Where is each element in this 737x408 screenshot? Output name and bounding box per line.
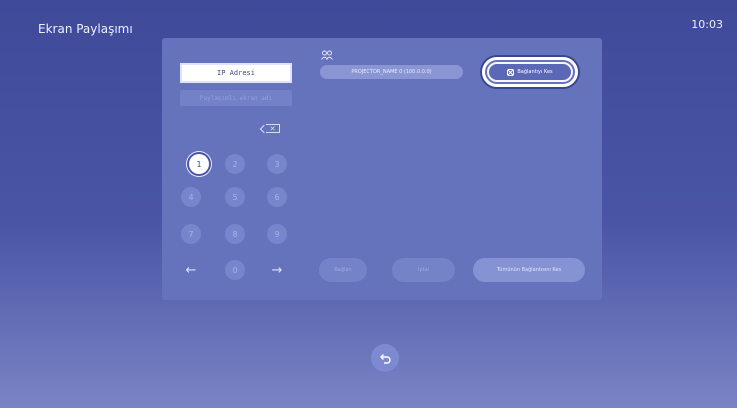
key-4[interactable]: 4 — [181, 187, 201, 207]
key-6[interactable]: 6 — [267, 187, 287, 207]
connect-label: Bağlan — [334, 267, 352, 273]
ip-address-label: IP Adresi — [217, 69, 255, 77]
key-2[interactable]: 2 — [225, 154, 245, 174]
back-button[interactable] — [371, 344, 399, 372]
cancel-button[interactable]: İptal — [392, 258, 455, 282]
screen-share-panel: IP Adresi Paylaşımlı ekran adı ✕ 1 2 3 4… — [162, 38, 602, 300]
cancel-label: İptal — [417, 267, 430, 273]
projector-list-item[interactable]: PROJECTOR_NAME 0 (100.0.0.0) — [320, 65, 463, 79]
ip-address-field[interactable]: IP Adresi — [180, 63, 292, 83]
backspace-icon[interactable]: ✕ — [266, 124, 280, 133]
connect-button[interactable]: Bağlan — [319, 258, 367, 282]
key-7[interactable]: 7 — [181, 224, 201, 244]
key-5[interactable]: 5 — [225, 187, 245, 207]
share-name-placeholder: Paylaşımlı ekran adı — [199, 94, 273, 102]
page-title: Ekran Paylaşımı — [38, 22, 133, 36]
key-3[interactable]: 3 — [267, 154, 287, 174]
disconnect-all-label: Tümünün Bağlantısını Kes — [496, 267, 562, 273]
disconnect-button[interactable]: Bağlantıyı Kes — [487, 62, 573, 82]
back-arrow-icon — [380, 354, 391, 364]
key-9[interactable]: 9 — [267, 224, 287, 244]
key-1[interactable]: 1 — [189, 154, 209, 174]
disconnect-all-button[interactable]: Tümünün Bağlantısını Kes — [473, 258, 585, 282]
key-8[interactable]: 8 — [225, 224, 245, 244]
left-arrow-icon[interactable]: ← — [181, 260, 201, 280]
projector-name: PROJECTOR_NAME 0 (100.0.0.0) — [351, 69, 432, 75]
share-name-field[interactable]: Paylaşımlı ekran adı — [180, 90, 292, 106]
people-icon — [321, 50, 333, 60]
key-0[interactable]: 0 — [225, 260, 245, 280]
right-arrow-icon[interactable]: → — [267, 260, 287, 280]
clock: 10:03 — [691, 18, 723, 31]
disconnect-label: Bağlantıyı Kes — [517, 69, 553, 75]
disconnect-icon — [507, 68, 515, 76]
